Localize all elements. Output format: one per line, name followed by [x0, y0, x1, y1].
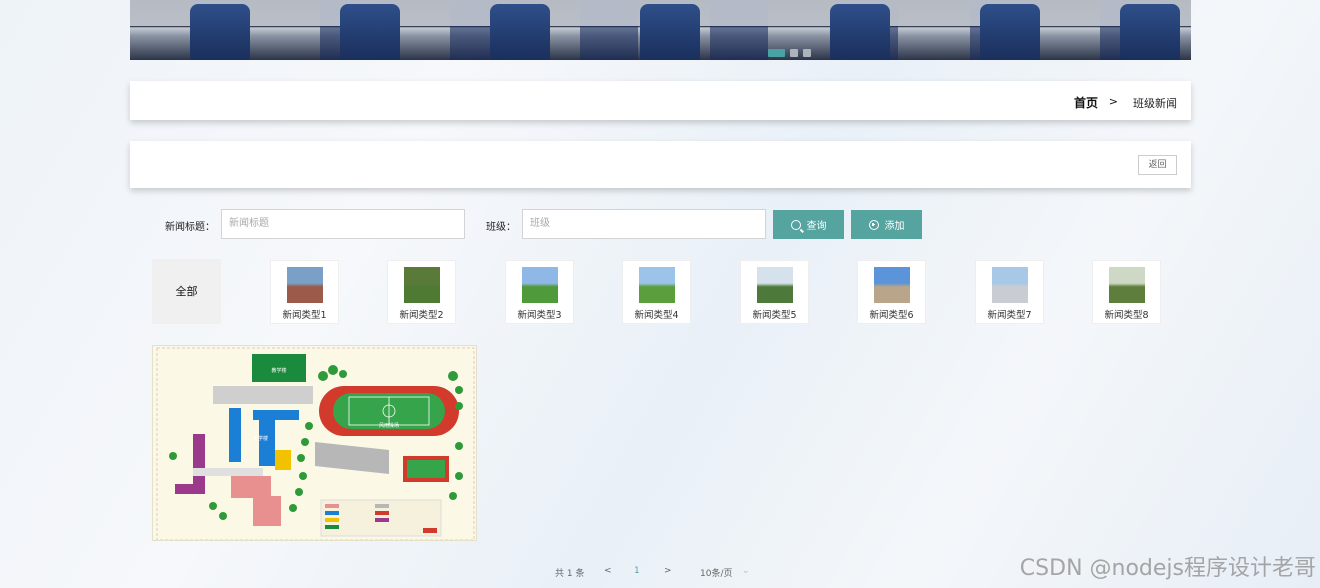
action-bar: 返回 — [130, 141, 1191, 188]
title-label: 新闻标题： — [165, 222, 215, 233]
svg-text:教学楼: 教学楼 — [271, 367, 286, 374]
query-button-label: 查询 — [806, 221, 827, 232]
category-item[interactable]: 新闻类型8 — [1092, 260, 1161, 324]
carousel-dot-2[interactable] — [790, 49, 798, 57]
news-card-image[interactable]: 教学楼 风雨操场 教学楼 — [152, 345, 477, 541]
banner-carousel[interactable] — [130, 0, 1191, 60]
pagination-next[interactable]: > — [664, 566, 672, 576]
category-thumbnail — [874, 267, 910, 303]
carousel-dot-1[interactable] — [768, 49, 785, 57]
breadcrumb-home[interactable]: 首页 — [1074, 94, 1098, 111]
svg-text:教学楼: 教学楼 — [253, 435, 268, 442]
chevron-down-icon: ⌄ — [742, 566, 750, 576]
carousel-indicators — [768, 49, 811, 57]
category-label: 新闻类型6 — [869, 310, 914, 321]
category-item[interactable]: 新闻类型6 — [857, 260, 926, 324]
pagination-page-1[interactable]: 1 — [634, 566, 640, 576]
category-item[interactable]: 新闻类型4 — [622, 260, 691, 324]
category-label: 新闻类型7 — [987, 310, 1032, 321]
title-search-input[interactable]: 新闻标题 — [221, 209, 465, 239]
class-search-input[interactable]: 班级 — [522, 209, 766, 239]
category-label: 新闻类型3 — [517, 310, 562, 321]
svg-text:风雨操场: 风雨操场 — [379, 422, 399, 429]
back-button[interactable]: 返回 — [1138, 155, 1177, 175]
category-thumbnail — [639, 267, 675, 303]
category-item[interactable]: 新闻类型7 — [975, 260, 1044, 324]
category-thumbnail — [404, 267, 440, 303]
breadcrumb-separator: > — [1108, 95, 1118, 108]
class-label: 班级： — [486, 222, 516, 233]
carousel-dot-3[interactable] — [803, 49, 811, 57]
search-icon — [790, 219, 801, 230]
category-thumbnail — [522, 267, 558, 303]
category-label: 新闻类型2 — [399, 310, 444, 321]
category-item[interactable]: 新闻类型3 — [505, 260, 574, 324]
category-thumbnail — [287, 267, 323, 303]
category-label: 新闻类型1 — [282, 310, 327, 321]
pagination-total: 共 1 条 — [555, 569, 585, 579]
category-thumbnail — [992, 267, 1028, 303]
breadcrumb-current: 班级新闻 — [1133, 97, 1177, 110]
category-thumbnail — [757, 267, 793, 303]
category-item[interactable]: 新闻类型1 — [270, 260, 339, 324]
category-label: 新闻类型4 — [634, 310, 679, 321]
add-button-label: 添加 — [884, 221, 905, 232]
campus-map-image: 教学楼 风雨操场 教学楼 — [153, 346, 476, 540]
category-all[interactable]: 全部 — [152, 259, 221, 324]
category-thumbnail — [1109, 267, 1145, 303]
category-item[interactable]: 新闻类型2 — [387, 260, 456, 324]
page-size-select[interactable]: 10条/页 — [700, 566, 733, 579]
pagination-prev[interactable]: < — [604, 566, 612, 576]
category-label: 新闻类型5 — [752, 310, 797, 321]
category-label: 新闻类型8 — [1104, 310, 1149, 321]
watermark: CSDN @nodejs程序设计老哥 — [1019, 556, 1316, 581]
add-button[interactable]: 添加 — [851, 210, 922, 239]
query-button[interactable]: 查询 — [773, 210, 844, 239]
breadcrumb: 首页 > 班级新闻 — [130, 81, 1191, 120]
category-item[interactable]: 新闻类型5 — [740, 260, 809, 324]
add-circle-icon — [868, 219, 879, 230]
